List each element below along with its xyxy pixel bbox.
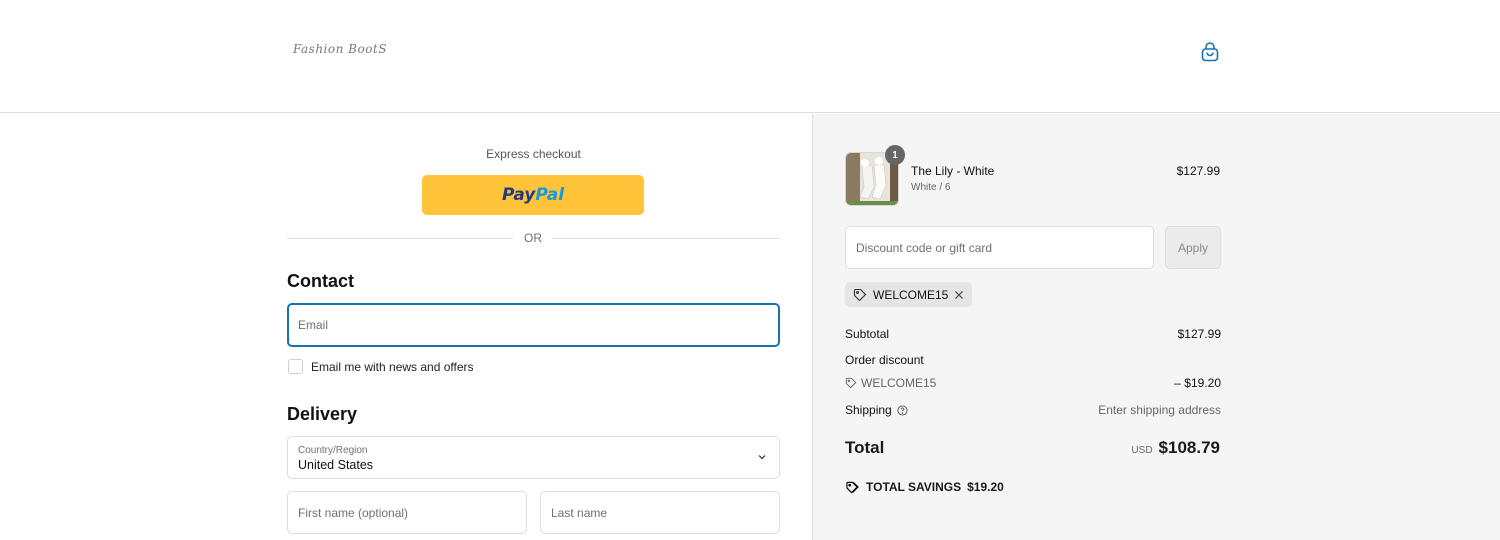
chevron-down-icon [758, 455, 766, 460]
shipping-label-group: Shipping [845, 403, 908, 417]
product-name: The Lily - White [911, 164, 995, 178]
savings-tag-icon [846, 481, 859, 493]
savings-label: TOTAL SAVINGS [866, 480, 962, 494]
subtotal-label: Subtotal [845, 327, 890, 341]
discount-code-field[interactable] [845, 226, 1154, 269]
contact-heading: Contact [287, 271, 354, 291]
order-discount-label: Order discount [845, 353, 924, 367]
divider-line [553, 238, 780, 239]
total-savings: TOTAL SAVINGS $19.20 [845, 480, 1004, 494]
delivery-heading: Delivery [287, 404, 358, 424]
total-value-group: USD $108.79 [1131, 438, 1220, 458]
apply-button[interactable]: Apply [1165, 226, 1221, 269]
country-select[interactable]: Country/Region United States [287, 436, 780, 479]
shipping-row: Shipping Enter shipping address [845, 403, 1221, 417]
shopping-bag-icon [1201, 42, 1219, 62]
paypal-logo-pay: Pay [501, 185, 536, 205]
last-name-field[interactable] [540, 491, 780, 534]
product-variant: White / 6 [911, 182, 951, 193]
header: Fashion BootS [0, 0, 1500, 113]
help-icon[interactable] [897, 404, 908, 416]
order-summary: 1 The Lily - White White / 6 $127.99 App… [812, 114, 1500, 540]
country-label: Country/Region [298, 445, 368, 456]
express-checkout-label: Express checkout [486, 147, 581, 161]
country-value: United States [298, 458, 374, 472]
divider-line [287, 238, 513, 239]
total-amount: $108.79 [1158, 438, 1220, 457]
order-discount-row: Order discount [845, 353, 1221, 367]
applied-code: WELCOME15 [873, 287, 949, 302]
discount-value: – $19.20 [1174, 376, 1221, 390]
or-text: OR [524, 231, 542, 245]
product-price: $127.99 [1176, 164, 1220, 178]
discount-code-label: WELCOME15 [861, 376, 937, 390]
paypal-button[interactable]: Pay Pal [422, 175, 644, 215]
discount-code-line: WELCOME15 [845, 376, 936, 390]
store-logo[interactable]: Fashion BootS [293, 42, 387, 56]
newsletter-option[interactable]: Email me with news and offers [288, 359, 474, 374]
subtotal-value: $127.99 [1177, 327, 1221, 341]
subtotal-row: Subtotal $127.99 [845, 327, 1221, 341]
tag-icon [845, 377, 857, 389]
newsletter-label: Email me with news and offers [311, 359, 474, 374]
applied-discount-tag: WELCOME15 [845, 282, 973, 307]
discount-code-row: WELCOME15 – $19.20 [845, 376, 1221, 392]
shipping-value: Enter shipping address [1098, 403, 1221, 417]
shipping-label: Shipping [845, 403, 892, 417]
close-icon [955, 290, 964, 299]
savings-value: $19.20 [967, 480, 1004, 494]
checkout-form: Express checkout Pay Pal OR Contact Email… [0, 114, 812, 540]
newsletter-checkbox[interactable] [288, 359, 303, 374]
cart-button[interactable] [1198, 40, 1222, 64]
quantity-badge: 1 [885, 145, 905, 165]
first-name-field[interactable] [287, 491, 527, 534]
total-currency: USD [1131, 445, 1153, 456]
email-field[interactable] [287, 303, 780, 347]
tag-icon [853, 288, 867, 301]
remove-discount-button[interactable] [954, 290, 964, 300]
total-label: Total [845, 438, 885, 457]
or-divider: OR [287, 231, 780, 247]
paypal-logo-pal: Pal [535, 185, 565, 205]
